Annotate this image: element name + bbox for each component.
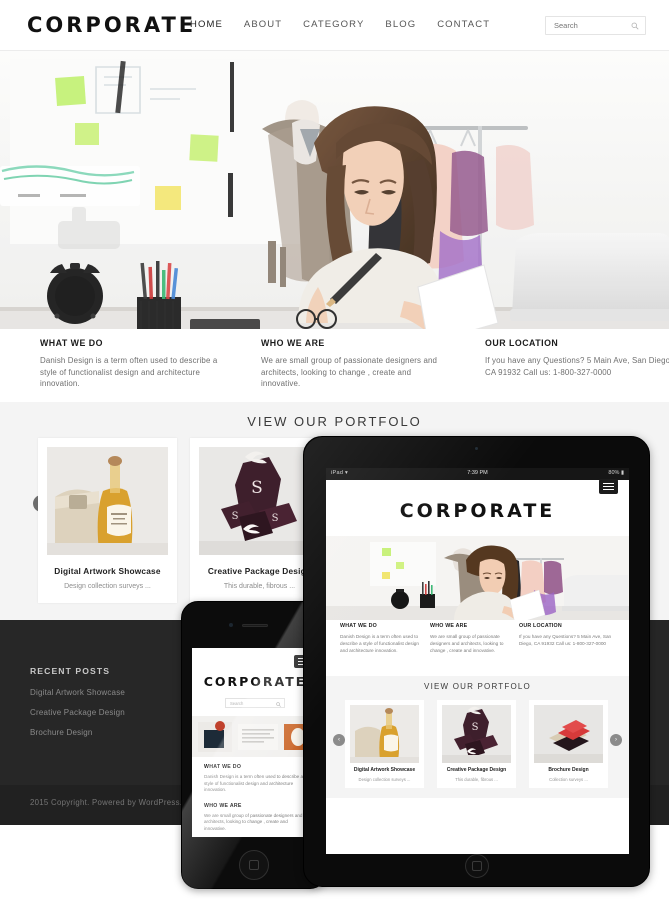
tablet-card-title: Brochure Design <box>548 767 589 773</box>
nav-item-contact[interactable]: CONTACT <box>437 19 490 30</box>
phone-section-title: WHAT WE DO <box>204 764 242 770</box>
phone-section-title: WHO WE ARE <box>204 802 242 809</box>
info-column-title: OUR LOCATION <box>485 338 559 348</box>
site-logo[interactable]: CORPORATE <box>27 13 196 37</box>
tablet-card-desc: This durable, fibrous ... <box>455 777 498 782</box>
portfolio-heading: VIEW OUR PORTFOLO <box>247 414 422 429</box>
portfolio-card[interactable]: Digital Artwork Showcase Design collecti… <box>38 438 177 603</box>
svg-text:S: S <box>232 511 239 522</box>
tablet-card-title: Creative Package Design <box>446 767 507 773</box>
phone-search-icon[interactable] <box>276 701 281 707</box>
svg-text:S: S <box>251 478 263 498</box>
portfolio-thumbnail-package: S S S <box>199 447 320 555</box>
portfolio-thumbnail-bottle <box>47 447 168 555</box>
phone-search-placeholder: Search <box>230 701 244 706</box>
recent-posts-title: RECENT POSTS <box>30 666 111 676</box>
svg-text:S: S <box>472 722 479 733</box>
nav-item-blog[interactable]: BLOG <box>385 19 416 30</box>
tablet-card-desc: Design collection surveys ... <box>358 777 411 782</box>
tablet-portfolio-next-icon[interactable]: › <box>610 734 622 746</box>
tablet-info-column-who-we-are: WHO WE ARE We are small group of passion… <box>430 623 513 654</box>
phone-section-body: Danish Design is a term often used to de… <box>204 774 304 793</box>
svg-text:S: S <box>272 513 279 524</box>
phone-camera-icon <box>229 623 233 627</box>
portfolio-card-title: Digital Artwork Showcase <box>54 566 161 576</box>
nav-item-home[interactable]: HOME <box>190 19 223 30</box>
info-column-body: If you have any Questions? 5 Main Ave, S… <box>485 356 669 377</box>
tablet-site-logo: CORPORATE <box>399 500 556 522</box>
tablet-info-body: We are small group of passionate designe… <box>430 634 504 653</box>
info-columns-section: WHAT WE DO Danish Design is a term often… <box>0 329 669 402</box>
tablet-info-title: WHAT WE DO <box>340 623 377 629</box>
phone-screen: CORPORATE Search WHAT WE DO Danish Desig… <box>192 648 318 837</box>
tablet-info-title: OUR LOCATION <box>519 623 562 629</box>
phone-content-sections: WHAT WE DO Danish Design is a term often… <box>204 764 308 837</box>
tablet-hero-image <box>326 536 629 620</box>
tablet-info-columns: WHAT WE DO Danish Design is a term often… <box>326 623 629 671</box>
info-column-what-we-do: WHAT WE DO Danish Design is a term often… <box>40 338 230 390</box>
tablet-info-title: WHO WE ARE <box>430 623 468 629</box>
tablet-info-body: If you have any Questions? 5 Main Ave, S… <box>519 634 612 646</box>
phone-speaker <box>242 624 268 627</box>
info-column-our-location: OUR LOCATION If you have any Questions? … <box>485 338 669 378</box>
portfolio-card-desc: Design collection surveys ... <box>64 583 151 590</box>
tablet-thumbnail-brochure <box>534 705 603 763</box>
hero-image <box>0 51 669 329</box>
recent-post-link[interactable]: Digital Artwork Showcase <box>30 688 125 697</box>
nav-item-about[interactable]: ABOUT <box>244 19 282 30</box>
tablet-portfolio-card[interactable]: Digital Artwork Showcase Design collecti… <box>345 700 424 788</box>
tablet-portfolio-card[interactable]: Brochure Design Collection surveys ... <box>529 700 608 788</box>
recent-post-link[interactable]: Creative Package Design <box>30 708 125 717</box>
tablet-hamburger-menu-icon[interactable] <box>599 479 618 494</box>
copyright-text: 2015 Copyright. Powered by WordPress. <box>30 798 183 807</box>
search-box[interactable] <box>545 16 646 35</box>
info-column-title: WHO WE ARE <box>261 338 325 348</box>
info-column-body: We are small group of passionate designe… <box>261 356 438 389</box>
tablet-card-title: Digital Artwork Showcase <box>353 767 416 773</box>
recent-posts-list: Digital Artwork Showcase Creative Packag… <box>30 688 125 748</box>
phone-home-button[interactable] <box>239 850 269 880</box>
tablet-camera-icon <box>474 446 479 451</box>
phone-section-body: We are small group of passionate designe… <box>204 812 303 831</box>
tablet-mockup: iPad ▾ 7:39 PM 80% ▮ CORPORATE WHAT WE D… <box>303 436 651 888</box>
info-column-title: WHAT WE DO <box>40 338 103 348</box>
main-navigation: HOME ABOUT CATEGORY BLOG CONTACT <box>190 19 490 30</box>
search-icon[interactable] <box>631 22 639 30</box>
phone-site-logo: CORPORATE <box>203 674 307 689</box>
tablet-info-column-what-we-do: WHAT WE DO Danish Design is a term often… <box>340 623 423 654</box>
phone-image-slider[interactable]: ‹ › <box>192 716 318 757</box>
tablet-thumbnail-bottle <box>350 705 419 763</box>
tablet-portfolio-card[interactable]: S Creative Package Design This durable, … <box>437 700 516 788</box>
search-input[interactable] <box>554 17 626 34</box>
tablet-screen: iPad ▾ 7:39 PM 80% ▮ CORPORATE WHAT WE D… <box>326 468 629 854</box>
tablet-portfolio-heading: VIEW OUR PORTFOLO <box>424 682 531 691</box>
info-column-who-we-are: WHO WE ARE We are small group of passion… <box>261 338 451 390</box>
tablet-status-time: 7:39 PM <box>467 470 488 476</box>
tablet-status-battery: 80% ▮ <box>608 470 624 476</box>
info-column-body: Danish Design is a term often used to de… <box>40 356 218 389</box>
tablet-card-desc: Collection surveys ... <box>549 777 588 782</box>
tablet-status-bar: iPad ▾ 7:39 PM 80% ▮ <box>326 468 629 480</box>
tablet-home-button[interactable] <box>464 854 489 878</box>
tablet-portfolio-prev-icon[interactable]: ‹ <box>333 734 345 746</box>
tablet-portfolio-section: VIEW OUR PORTFOLO ‹ › Digital Artwork Sh… <box>326 676 629 798</box>
page-root: CORPORATE HOME ABOUT CATEGORY BLOG CONTA… <box>0 0 669 899</box>
nav-item-category[interactable]: CATEGORY <box>303 19 364 30</box>
hero-banner <box>0 51 669 329</box>
tablet-info-column-our-location: OUR LOCATION If you have any Questions? … <box>519 623 614 647</box>
tablet-thumbnail-package: S <box>442 705 511 763</box>
tablet-info-body: Danish Design is a term often used to de… <box>340 634 419 653</box>
phone-search-box[interactable]: Search <box>225 698 285 708</box>
site-header: CORPORATE HOME ABOUT CATEGORY BLOG CONTA… <box>0 0 669 51</box>
recent-post-link[interactable]: Brochure Design <box>30 728 125 737</box>
